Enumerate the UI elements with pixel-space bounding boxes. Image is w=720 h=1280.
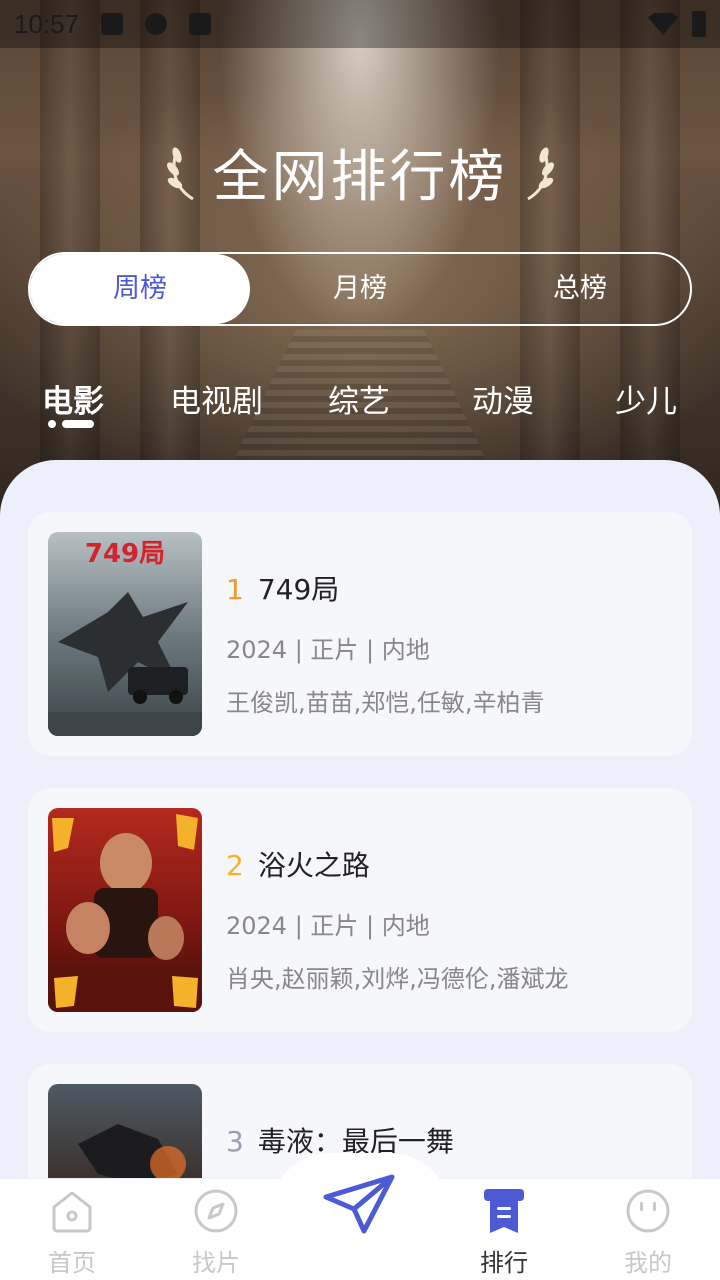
nav-home[interactable]: 首页	[22, 1187, 122, 1278]
nav-ranking-label: 排行	[480, 1249, 528, 1277]
movie-title-text: 749局	[257, 573, 340, 606]
smiley-icon	[626, 1189, 670, 1233]
movie-cast: 王俊凯,苗苗,郑恺,任敏,辛柏青	[226, 689, 545, 717]
nav-center-action[interactable]	[310, 1169, 410, 1243]
tab-tv-series[interactable]: 电视剧	[170, 376, 263, 421]
movie-cast: 肖央,赵丽颖,刘烨,冯德伦,潘斌龙	[226, 965, 569, 993]
list-item[interactable]: 2 浴火之路 2024 | 正片 | 内地 肖央,赵丽颖,刘烨,冯德伦,潘斌龙	[28, 788, 692, 1032]
movie-meta: 2024 | 正片 | 内地	[226, 912, 430, 940]
movie-meta: 2024 | 正片 | 内地	[226, 636, 430, 664]
status-bar: 10:57	[0, 0, 720, 48]
laurel-left-icon	[166, 146, 194, 200]
paper-plane-icon	[323, 1174, 395, 1234]
status-time: 10:57	[14, 8, 80, 39]
image-icon	[101, 13, 124, 35]
wifi-icon	[648, 13, 678, 35]
nav-discover-label: 找片	[192, 1249, 240, 1277]
tab-monthly[interactable]: 月榜	[250, 254, 470, 324]
font-icon	[189, 13, 212, 35]
movie-poster: 749局	[48, 532, 202, 736]
category-tabs: 电影 电视剧 综艺 动漫 少儿	[0, 376, 720, 436]
nav-profile[interactable]: 我的	[598, 1187, 698, 1278]
poster-title-text: 749局	[85, 539, 165, 569]
nav-home-label: 首页	[48, 1249, 96, 1277]
bottom-navigation: 首页 找片 排行 我的	[0, 1153, 720, 1280]
tab-overall[interactable]: 总榜	[470, 254, 690, 324]
active-tab-indicator	[48, 420, 94, 428]
movie-title: 3 毒液：最后一舞	[226, 1120, 666, 1160]
compass-icon	[194, 1189, 238, 1233]
movie-poster	[48, 808, 202, 1012]
tab-anime[interactable]: 动漫	[472, 376, 534, 421]
nav-ranking[interactable]: 排行	[454, 1187, 554, 1278]
battery-icon	[692, 11, 706, 37]
rank-number: 1	[226, 573, 244, 606]
page-title: 全网排行榜	[212, 145, 508, 210]
home-icon	[52, 1191, 92, 1233]
tab-weekly[interactable]: 周榜	[30, 254, 250, 324]
movie-title: 2 浴火之路	[226, 844, 666, 884]
page-header: 全网排行榜	[0, 132, 720, 213]
nav-discover[interactable]: 找片	[166, 1187, 266, 1278]
movie-title-text: 浴火之路	[257, 849, 370, 882]
settings-icon	[145, 13, 168, 35]
rank-number: 3	[226, 1125, 244, 1158]
nav-profile-label: 我的	[624, 1249, 672, 1277]
movie-title: 1 749局	[226, 568, 666, 608]
ranking-period-selector: 周榜 月榜 总榜	[28, 252, 692, 326]
laurel-right-icon	[526, 146, 554, 200]
tab-variety[interactable]: 综艺	[328, 376, 390, 421]
tab-kids[interactable]: 少儿	[615, 376, 677, 421]
list-item[interactable]: 749局 1 749局 2024 | 正片 | 内地 王俊凯,苗苗,郑恺,任敏,辛…	[28, 512, 692, 756]
tab-movie[interactable]: 电影	[42, 376, 104, 421]
rank-number: 2	[226, 849, 244, 882]
ranking-icon	[484, 1189, 524, 1233]
